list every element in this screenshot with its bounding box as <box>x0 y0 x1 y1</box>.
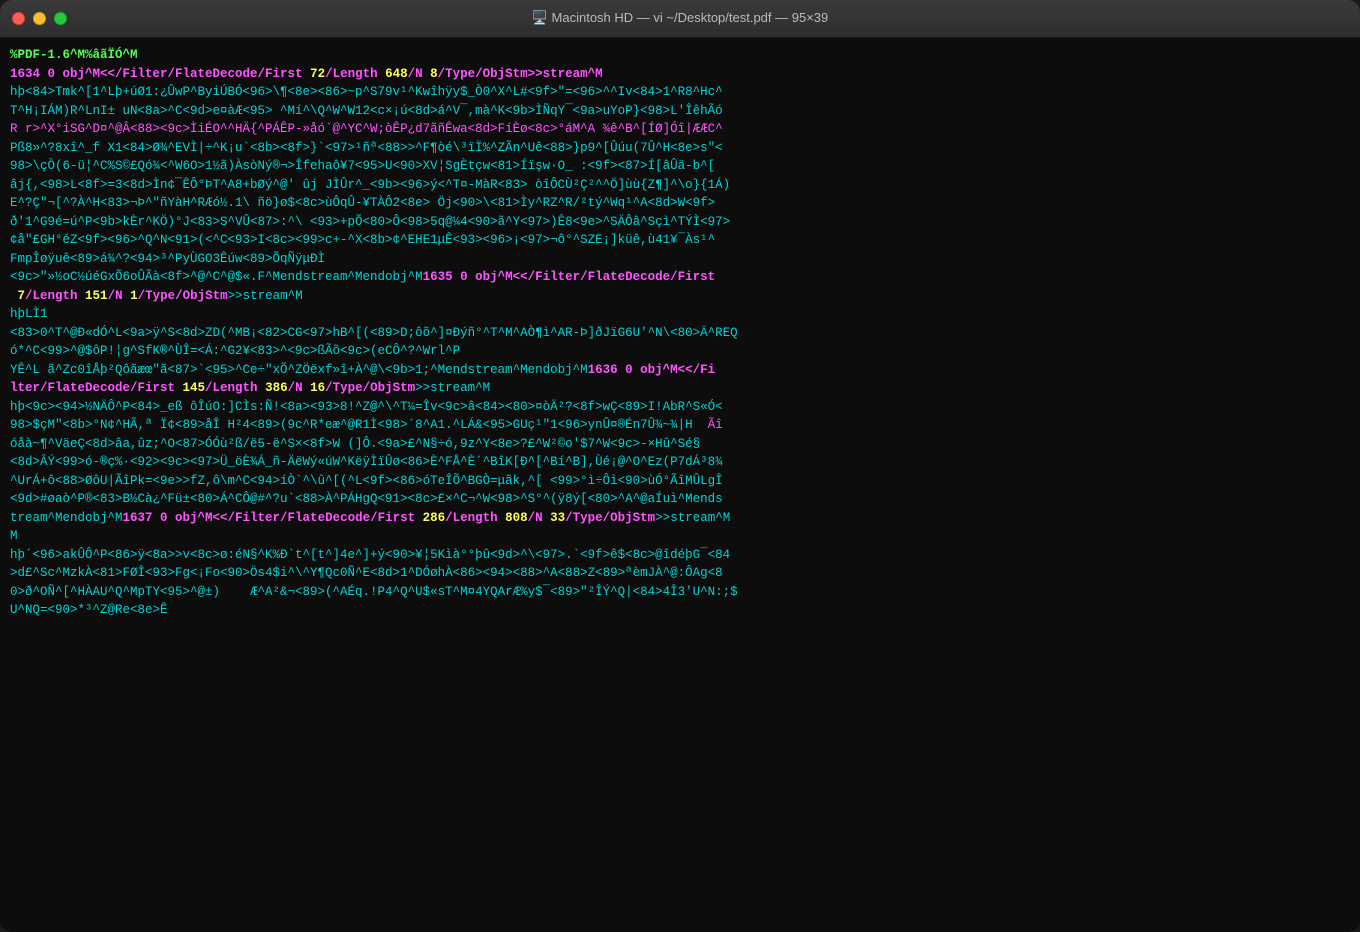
terminal-line: ^UrÁ+ô<88>ØôU|ÃîPk=<9e>>fZ,ô\m^C<94>íÒ`^… <box>10 472 1350 491</box>
terminal-line: lter/FlateDecode/First 145/Length 386/N … <box>10 379 1350 398</box>
terminal-line: <83>0^T^@Ð«dÓ^L<9a>ÿ^S<8d>ZD(^MB¡<82>CG<… <box>10 324 1350 343</box>
terminal-line: <9d>#øaò^P®<83>B½Cà¿^Fü±<80>Á^CÔ@#^?u`<8… <box>10 490 1350 509</box>
minimize-button[interactable] <box>33 12 46 25</box>
terminal-line: <9c>"»½oC½úéGxÕ6oÛÃà<8f>^@^C^@$«.F^Mends… <box>10 268 1350 287</box>
traffic-lights <box>12 12 67 25</box>
close-button[interactable] <box>12 12 25 25</box>
terminal-line: <8d>ÂÝ<99>ó-®ç%·<92><9c><97>Ü_öÈ¾Á_ñ-ÄëW… <box>10 453 1350 472</box>
terminal-line: YÊ^L ã^Zc0îÅþ²Qôãæœ"ã<87>`<95>^Ce÷"xÕ^ZÖ… <box>10 361 1350 380</box>
terminal-line: ¢å"£GH°éZ<9f><96>^Q^N<91>(<^C<93>I<8c><9… <box>10 231 1350 250</box>
terminal-line: U^NQ=<90>*³^Z@Re<8e>Ê <box>10 601 1350 620</box>
titlebar: 🖥️ Macintosh HD — vi ~/Desktop/test.pdf … <box>0 0 1360 38</box>
terminal-line: óåà~¶^VäeÇ<8d>âa,ûz;^O<87>ÓÓù²ß/ë5-ë^S×<… <box>10 435 1350 454</box>
terminal-line: hþLÌ1 <box>10 305 1350 324</box>
terminal-line: T^H¡IÁM)R^LnI± uN<8a>^C<9d>e¤àÆ<95> ^Mí^… <box>10 102 1350 121</box>
terminal-line: >d£^Sc^MzkÀ<81>FØÎ<93>Fg<¡Fo<90>Ös4$i^\^… <box>10 564 1350 583</box>
terminal-line: 7/Length 151/N 1/Type/ObjStm>>stream^M <box>10 287 1350 306</box>
terminal-output[interactable]: %PDF-1.6^M%âãÏÓ^M 1634 0 obj^M<</Filter/… <box>0 38 1360 932</box>
terminal-line: R r>^X°iSG^D¤^@Â<88><9c>ÌiÉO^^HÄ{^PÁÊP-»… <box>10 120 1350 139</box>
terminal-line: tream^Mendobj^M1637 0 obj^M<</Filter/Fla… <box>10 509 1350 528</box>
terminal-line: %PDF-1.6^M%âãÏÓ^M <box>10 46 1350 65</box>
terminal-line: hþ<9c><94>½NÄÔ^P<84>_eß ôÎúO:]CÌs:Ñ!<8a>… <box>10 398 1350 417</box>
terminal-line: M <box>10 527 1350 546</box>
terminal-line: 0>ð^OÑ^[^HÀAU^Q^MpTY<95>^@±) Æ^A²&¬<89>(… <box>10 583 1350 602</box>
terminal-line: E^?Ç"¬[^?À^H<83>¬Þ^"ñYàH^RÆó½.1\ ñö}ø$<8… <box>10 194 1350 213</box>
terminal-line: hþ<84>Tmk^[1^Lþ+úØ1:¿ÛwP^ByiÚBÓ<96>\¶<8e… <box>10 83 1350 102</box>
terminal-line: ó*^C<99>^@$ôP!¦g^SfK®^ÙÎ=<Á:^G2¥<83>^<9c… <box>10 342 1350 361</box>
terminal-window: 🖥️ Macintosh HD — vi ~/Desktop/test.pdf … <box>0 0 1360 932</box>
terminal-line: Pß8»^?8xî^_f X1<84>Ø¾^EVÌ|÷^K¡u`<8b><8f>… <box>10 139 1350 158</box>
window-title: 🖥️ Macintosh HD — vi ~/Desktop/test.pdf … <box>532 9 829 28</box>
terminal-line: 1634 0 obj^M<</Filter/FlateDecode/First … <box>10 65 1350 84</box>
terminal-line: ð'1^G9é=ú^P<9b>kÈr^KÖ)°J<83>S^VÛ<87>:^\ … <box>10 213 1350 232</box>
terminal-line: FmpÎøÿuê<89>á¾^?<94>³^PyÙGO3Êúw<89>ÕqÑÿμ… <box>10 250 1350 269</box>
terminal-line: hþ´<96>akÛÔ^P<86>ÿ<8a>>v<8c>ø:éN§^K%Ð`t^… <box>10 546 1350 565</box>
terminal-line: 98>\çÒ(6-ü¦^C%S©£Qó¾<^W6O>1½ã)ÀsòNý®¬>Îf… <box>10 157 1350 176</box>
terminal-line: 98>$çM"<8b>°N¢^HÃ,ª Ï¢<89>åÎ H²4<89>(9c^… <box>10 416 1350 435</box>
maximize-button[interactable] <box>54 12 67 25</box>
terminal-line: âj{,<98>L<8f>=3<8d>Ìn¢¯ÊÔ°ÞT^A8+bØý^@' û… <box>10 176 1350 195</box>
